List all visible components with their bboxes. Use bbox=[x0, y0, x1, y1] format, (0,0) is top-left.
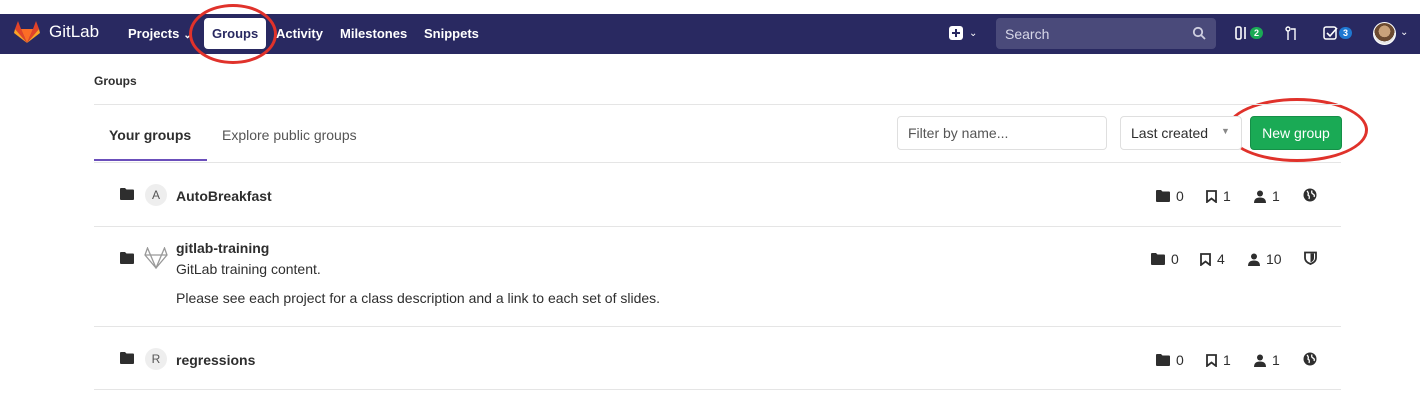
members-count: 1 bbox=[1254, 352, 1280, 368]
group-description: GitLab training content. bbox=[176, 261, 321, 277]
divider bbox=[94, 104, 1341, 105]
nav-activity[interactable]: Activity bbox=[276, 26, 323, 41]
globe-icon bbox=[1303, 188, 1317, 202]
search-icon bbox=[1192, 26, 1206, 40]
merge-request-icon bbox=[1285, 26, 1296, 40]
nav-projects[interactable]: Projects ⌄ bbox=[128, 26, 192, 41]
group-name[interactable]: regressions bbox=[176, 352, 255, 368]
gitlab-logo[interactable]: GitLab bbox=[14, 20, 99, 44]
divider bbox=[94, 389, 1341, 390]
user-icon bbox=[1254, 190, 1266, 203]
subgroups-value: 0 bbox=[1176, 352, 1184, 368]
shield-icon bbox=[1304, 251, 1317, 265]
merge-requests-link[interactable] bbox=[1285, 26, 1299, 41]
members-count: 10 bbox=[1248, 251, 1282, 267]
group-row-autobreakfast[interactable]: A AutoBreakfast 0 1 1 bbox=[94, 163, 1341, 226]
group-avatar[interactable]: R bbox=[145, 348, 167, 370]
subgroups-count: 0 bbox=[1156, 188, 1184, 204]
group-extra-description: Please see each project for a class desc… bbox=[176, 290, 661, 306]
todo-check-icon bbox=[1323, 26, 1338, 40]
chevron-down-icon: ▼ bbox=[1221, 126, 1230, 136]
active-tab-indicator bbox=[94, 159, 207, 161]
new-dropdown-button[interactable]: ⌄ bbox=[948, 25, 977, 41]
tab-explore-public-groups[interactable]: Explore public groups bbox=[222, 127, 357, 143]
logo-text: GitLab bbox=[49, 22, 100, 41]
nav-milestones[interactable]: Milestones bbox=[340, 26, 407, 41]
chevron-down-icon: ⌄ bbox=[1400, 27, 1409, 38]
folder-icon bbox=[120, 252, 134, 264]
projects-count: 4 bbox=[1200, 251, 1225, 267]
subgroups-count: 0 bbox=[1156, 352, 1184, 368]
projects-count: 1 bbox=[1206, 188, 1231, 204]
group-name[interactable]: gitlab-training bbox=[176, 240, 269, 256]
projects-value: 1 bbox=[1223, 188, 1231, 204]
folder-icon bbox=[1156, 190, 1170, 202]
tab-your-groups[interactable]: Your groups bbox=[109, 127, 191, 143]
chevron-down-icon: ⌄ bbox=[969, 27, 978, 39]
group-avatar[interactable]: A bbox=[145, 184, 167, 206]
nav-snippets[interactable]: Snippets bbox=[424, 26, 479, 41]
filter-by-name-input[interactable] bbox=[897, 116, 1107, 150]
issues-icon bbox=[1235, 26, 1246, 40]
projects-count: 1 bbox=[1206, 352, 1231, 368]
user-icon bbox=[1254, 354, 1266, 367]
members-value: 1 bbox=[1272, 188, 1280, 204]
user-icon bbox=[1248, 253, 1260, 266]
gitlab-tanuki-icon bbox=[14, 21, 40, 43]
bookmark-icon bbox=[1200, 252, 1211, 266]
new-group-button[interactable]: New group bbox=[1250, 116, 1342, 150]
folder-icon bbox=[120, 352, 134, 364]
nav-projects-label: Projects bbox=[128, 26, 180, 41]
todos-link[interactable]: 3 bbox=[1323, 26, 1353, 40]
top-navbar: GitLab Projects ⌄ Groups Activity Milesto… bbox=[0, 14, 1420, 54]
issues-count-badge: 2 bbox=[1250, 27, 1264, 39]
members-value: 10 bbox=[1266, 251, 1282, 267]
members-count: 1 bbox=[1254, 188, 1280, 204]
group-row-regressions[interactable]: R regressions 0 1 1 bbox=[94, 327, 1341, 389]
todos-count-badge: 3 bbox=[1339, 27, 1353, 39]
group-name[interactable]: AutoBreakfast bbox=[176, 188, 272, 204]
issues-link[interactable]: 2 bbox=[1235, 26, 1264, 40]
subgroups-value: 0 bbox=[1176, 188, 1184, 204]
projects-value: 4 bbox=[1217, 251, 1225, 267]
search-input[interactable] bbox=[996, 18, 1216, 49]
bookmark-icon bbox=[1206, 353, 1217, 367]
folder-icon bbox=[120, 188, 134, 200]
globe-icon bbox=[1303, 352, 1317, 366]
chevron-down-icon: ⌄ bbox=[183, 30, 192, 41]
gitlab-tanuki-outline-icon[interactable] bbox=[144, 247, 168, 269]
folder-icon bbox=[1151, 253, 1165, 265]
projects-value: 1 bbox=[1223, 352, 1231, 368]
subgroups-count: 0 bbox=[1151, 251, 1179, 267]
plus-square-icon bbox=[949, 26, 963, 40]
members-value: 1 bbox=[1272, 352, 1280, 368]
nav-groups[interactable]: Groups bbox=[204, 18, 267, 49]
group-row-gitlab-training[interactable]: gitlab-training GitLab training content.… bbox=[94, 227, 1341, 326]
user-avatar[interactable] bbox=[1373, 22, 1396, 45]
bookmark-icon bbox=[1206, 189, 1217, 203]
breadcrumb[interactable]: Groups bbox=[94, 74, 137, 88]
folder-icon bbox=[1156, 354, 1170, 366]
subgroups-value: 0 bbox=[1171, 251, 1179, 267]
